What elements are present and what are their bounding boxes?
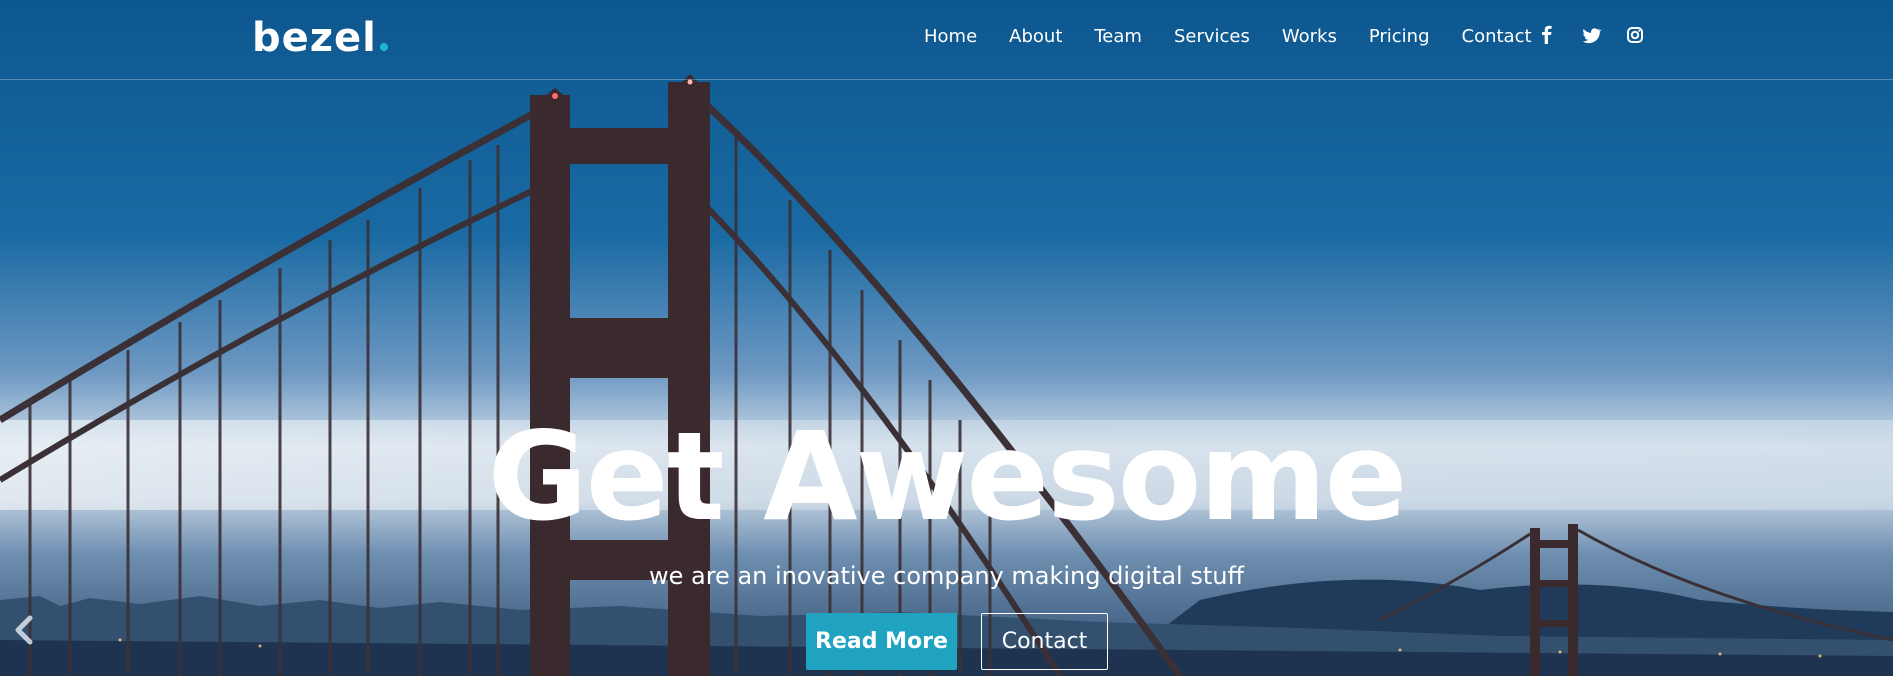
nav-link-works[interactable]: Works: [1282, 24, 1337, 50]
twitter-icon[interactable]: [1580, 22, 1602, 48]
brand-dot-icon: [379, 43, 388, 51]
hero-headline: Get Awesome: [487, 406, 1408, 548]
hero-tagline: we are an inovative company making digit…: [648, 562, 1244, 590]
nav-link-team[interactable]: Team: [1094, 24, 1142, 50]
navbar: bezel Home About Team Services Works Pri…: [0, 0, 1893, 80]
main-menu: Home About Team Services Works Pricing C…: [924, 24, 1564, 50]
nav-link-home[interactable]: Home: [924, 24, 977, 50]
contact-button[interactable]: Contact: [981, 613, 1108, 670]
nav-link-about[interactable]: About: [1009, 24, 1062, 50]
hero-section: bezel Home About Team Services Works Pri…: [0, 0, 1893, 676]
brand-name: bezel: [252, 15, 377, 61]
nav-link-pricing[interactable]: Pricing: [1369, 24, 1430, 50]
facebook-icon[interactable]: [1536, 22, 1558, 48]
nav-link-services[interactable]: Services: [1174, 24, 1250, 50]
nav-link-contact[interactable]: Contact: [1462, 24, 1532, 50]
instagram-icon[interactable]: [1624, 22, 1646, 48]
brand-logo[interactable]: bezel: [252, 12, 388, 64]
read-more-button[interactable]: Read More: [806, 613, 957, 670]
chevron-left-icon[interactable]: [10, 612, 38, 648]
social-links: [1536, 22, 1646, 48]
